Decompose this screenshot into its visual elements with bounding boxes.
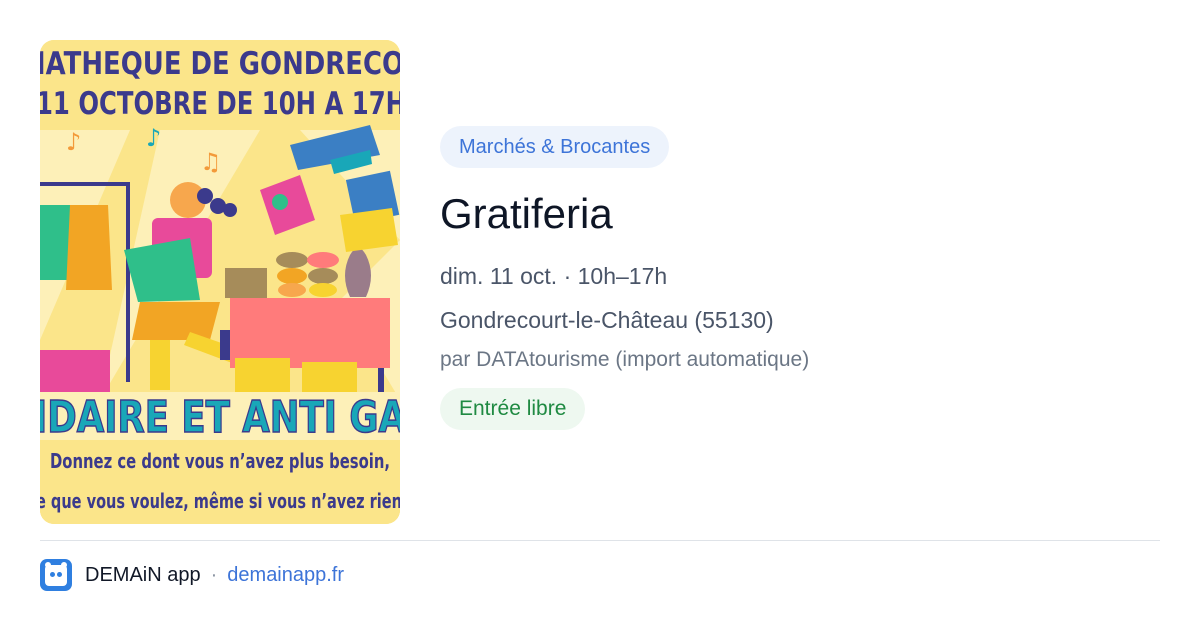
- svg-text:♫: ♫: [200, 148, 222, 176]
- poster-banner-text: IDAIRE ET ANTI GA: [40, 392, 400, 443]
- event-poster-image: IATHEQUE DE GONDRECO 11 OCTOBRE DE 10H A…: [40, 40, 400, 524]
- app-logo-icon: [40, 559, 72, 591]
- category-badge[interactable]: Marchés & Brocantes: [440, 126, 670, 168]
- footer-divider: [40, 540, 1160, 541]
- music-note-icon: ♪: [146, 124, 161, 152]
- event-date-time: dim. 11 oct. · 10h–17h: [440, 263, 668, 289]
- event-title[interactable]: Gratiferia: [440, 190, 1160, 238]
- event-preview-card[interactable]: IATHEQUE DE GONDRECO 11 OCTOBRE DE 10H A…: [0, 0, 1200, 630]
- event-location: Gondrecourt-le-Château (55130): [440, 307, 774, 333]
- poster-header-line1: IATHEQUE DE GONDRECO: [40, 46, 400, 82]
- poster-header-line2: 11 OCTOBRE DE 10H A 17H: [40, 86, 400, 122]
- price-badge: Entrée libre: [440, 388, 586, 430]
- app-name: DEMAiN app: [85, 563, 201, 586]
- event-info: Marchés & Brocantes Gratiferia dim. 11 o…: [440, 126, 1160, 430]
- svg-text:♪: ♪: [66, 128, 81, 156]
- app-url-link[interactable]: demainapp.fr: [227, 564, 344, 587]
- footer-separator: ·: [210, 563, 218, 586]
- poster-tagline-line2: e que vous voulez, même si vous n’avez r…: [40, 489, 400, 513]
- poster-tagline-line1: Donnez ce dont vous n’avez plus besoin,: [50, 449, 390, 473]
- event-source: par DATAtourisme (import automatique): [440, 348, 810, 371]
- svg-text:♪: ♪: [146, 124, 161, 152]
- footer: DEMAiN app · demainapp.fr: [40, 558, 344, 592]
